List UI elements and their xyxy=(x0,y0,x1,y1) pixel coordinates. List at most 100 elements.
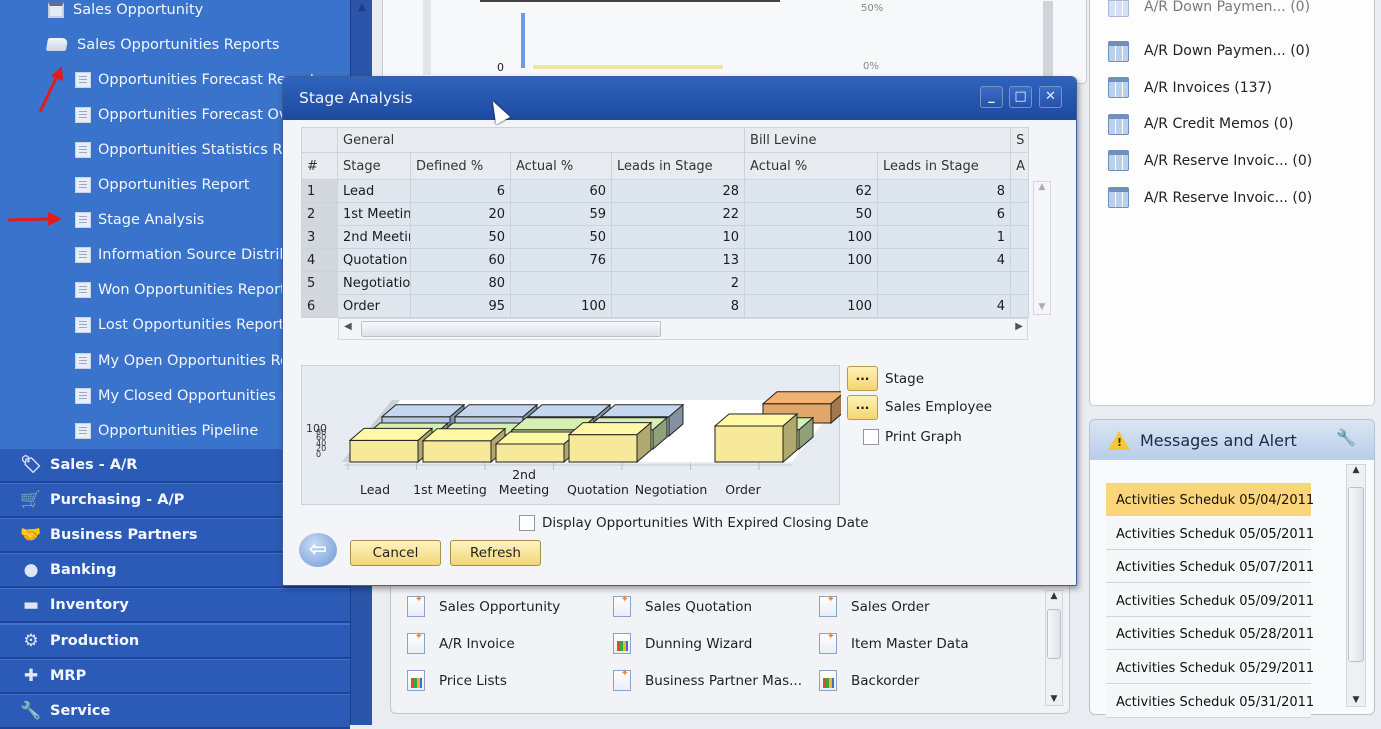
table-row[interactable]: 32nd Meeting5050101001 xyxy=(301,225,1030,249)
shortcut-item[interactable]: Business Partner Mas... xyxy=(613,668,802,691)
sidebar-item[interactable]: Sales Opportunity xyxy=(48,0,203,27)
message-item[interactable]: Activities Scheduk 05/29/2011 xyxy=(1106,651,1314,684)
column-header[interactable]: # xyxy=(301,152,338,180)
sidebar-module[interactable]: ⚙ Production xyxy=(0,624,350,659)
table-cell[interactable] xyxy=(877,271,1012,295)
row-number[interactable]: 6 xyxy=(301,294,338,318)
stage-select-button[interactable]: ... xyxy=(847,366,878,391)
sidebar-module[interactable]: 🔧 Service xyxy=(0,694,350,729)
sidebar-module[interactable]: ▬ Inventory xyxy=(0,589,350,624)
document-item[interactable]: A/R Reserve Invoic... (0) xyxy=(1108,187,1312,208)
document-item[interactable]: A/R Down Paymen... (0) xyxy=(1108,40,1310,62)
shortcuts-scrollbar[interactable]: ▲ ▼ xyxy=(1045,590,1063,706)
refresh-button[interactable]: Refresh xyxy=(450,540,541,566)
shortcut-item[interactable]: Backorder xyxy=(819,670,919,691)
table-cell[interactable]: 8 xyxy=(610,294,746,318)
shortcut-item[interactable]: Item Master Data xyxy=(819,631,969,654)
scroll-right-icon[interactable]: ▶ xyxy=(1015,321,1023,332)
scroll-down-icon[interactable]: ▼ xyxy=(1347,695,1365,705)
message-item[interactable]: Activities Scheduk 05/28/2011 xyxy=(1106,617,1314,651)
document-item[interactable]: A/R Down Paymen... (0) xyxy=(1108,0,1310,17)
message-item[interactable]: Activities Scheduk 05/31/2011 xyxy=(1106,684,1314,718)
table-cell[interactable]: Quotation xyxy=(337,248,411,272)
table-row[interactable]: 1 Lead 6 60 28 62 8 xyxy=(301,179,1030,203)
column-header[interactable]: Actual % xyxy=(744,152,879,180)
table-row[interactable]: 21st Meeting205922506 xyxy=(301,202,1030,226)
sidebar-item[interactable]: Sales Opportunities Reports xyxy=(45,27,279,62)
table-cell[interactable]: 80 xyxy=(410,271,511,295)
table-cell[interactable] xyxy=(510,271,612,295)
table-cell[interactable]: 100 xyxy=(744,225,879,249)
document-item[interactable]: A/R Reserve Invoic... (0) xyxy=(1108,150,1312,172)
table-cell[interactable]: Order xyxy=(337,294,411,318)
scroll-up-icon[interactable]: ▲ xyxy=(1347,465,1365,475)
column-header[interactable]: Stage xyxy=(337,152,411,180)
back-arrow-icon[interactable]: ⇦ xyxy=(299,533,337,567)
shortcut-item[interactable]: Sales Opportunity xyxy=(407,594,560,617)
sidebar-item[interactable]: Won Opportunities Report xyxy=(75,273,286,308)
table-cell[interactable]: 100 xyxy=(744,248,879,272)
table-cell[interactable]: 22 xyxy=(610,202,746,226)
sidebar-item[interactable]: Opportunities Pipeline xyxy=(75,413,258,448)
expired-closing-date-label[interactable]: Display Opportunities With Expired Closi… xyxy=(542,515,869,531)
column-header[interactable]: Defined % xyxy=(410,152,511,180)
table-cell[interactable]: 10 xyxy=(610,225,746,249)
table-cell[interactable]: 50 xyxy=(410,225,511,249)
table-cell[interactable]: 6 xyxy=(877,202,1012,226)
table-cell[interactable]: 62 xyxy=(744,179,879,203)
wrench-icon[interactable]: 🔧 xyxy=(1336,428,1356,447)
message-item[interactable]: Activities Scheduk 05/07/2011 xyxy=(1106,550,1314,584)
sidebar-item[interactable]: Opportunities Forecast Report xyxy=(75,62,316,97)
close-button[interactable]: ✕ xyxy=(1039,86,1062,108)
table-cell[interactable]: 50 xyxy=(510,225,612,249)
maximize-button[interactable]: □ xyxy=(1009,86,1032,108)
messages-scrollbar[interactable]: ▲ ▼ xyxy=(1346,464,1366,707)
message-item[interactable]: Activities Scheduk 05/09/2011 xyxy=(1106,583,1314,617)
row-number[interactable]: 3 xyxy=(301,225,338,249)
column-header[interactable]: A xyxy=(1010,152,1030,180)
row-number[interactable]: 5 xyxy=(301,271,338,295)
scroll-thumb[interactable] xyxy=(361,321,661,337)
message-item[interactable]: Activities Scheduk 05/05/2011 xyxy=(1106,516,1314,550)
table-cell[interactable]: 100 xyxy=(510,294,612,318)
column-header[interactable]: Leads in Stage xyxy=(610,152,746,180)
table-cell[interactable]: 6 xyxy=(410,179,511,203)
table-cell[interactable]: 100 xyxy=(744,294,879,318)
sales-employee-select-button[interactable]: ... xyxy=(847,395,878,420)
table-cell[interactable]: 60 xyxy=(410,248,511,272)
expired-closing-date-checkbox[interactable] xyxy=(519,515,535,531)
column-header[interactable]: Actual % xyxy=(510,152,612,180)
table-cell[interactable]: 76 xyxy=(510,248,612,272)
scroll-down-icon[interactable]: ▼ xyxy=(1034,302,1050,312)
table-cell[interactable]: 2nd Meeting xyxy=(337,225,411,249)
scroll-thumb[interactable] xyxy=(1047,609,1061,659)
table-cell[interactable]: 60 xyxy=(510,179,612,203)
scroll-thumb[interactable] xyxy=(1348,487,1364,662)
column-header[interactable]: Leads in Stage xyxy=(877,152,1012,180)
table-cell[interactable]: 95 xyxy=(410,294,511,318)
document-item[interactable]: A/R Invoices (137) xyxy=(1108,77,1272,99)
table-horizontal-scrollbar[interactable]: ◀ ▶ xyxy=(338,318,1028,340)
print-graph-label[interactable]: Print Graph xyxy=(885,429,962,445)
sidebar-item[interactable]: Lost Opportunities Report xyxy=(75,308,284,343)
shortcut-item[interactable]: Sales Order xyxy=(819,594,930,617)
shortcut-item[interactable]: Dunning Wizard xyxy=(613,633,752,654)
message-item[interactable]: Activities Scheduk 05/04/2011 xyxy=(1106,483,1314,516)
table-cell[interactable]: 4 xyxy=(877,294,1012,318)
cancel-button[interactable]: Cancel xyxy=(350,540,441,566)
table-cell[interactable]: 50 xyxy=(744,202,879,226)
scroll-left-icon[interactable]: ◀ xyxy=(344,321,352,332)
shortcut-item[interactable]: A/R Invoice xyxy=(407,631,515,654)
table-cell[interactable]: Lead xyxy=(337,179,411,203)
document-item[interactable]: A/R Credit Memos (0) xyxy=(1108,113,1294,135)
scroll-down-icon[interactable]: ▼ xyxy=(1046,694,1062,704)
scroll-up-icon[interactable]: ▲ xyxy=(1046,591,1062,601)
print-graph-checkbox[interactable] xyxy=(863,429,879,445)
shortcut-item[interactable]: Price Lists xyxy=(407,670,507,691)
row-number[interactable]: 4 xyxy=(301,248,338,272)
minimize-button[interactable]: _ xyxy=(980,86,1003,108)
table-cell[interactable]: 1st Meeting xyxy=(337,202,411,226)
table-row[interactable]: 5Negotiation80 2 xyxy=(301,271,1030,295)
shortcut-item[interactable]: Sales Quotation xyxy=(613,594,752,617)
table-cell[interactable]: 28 xyxy=(610,179,746,203)
